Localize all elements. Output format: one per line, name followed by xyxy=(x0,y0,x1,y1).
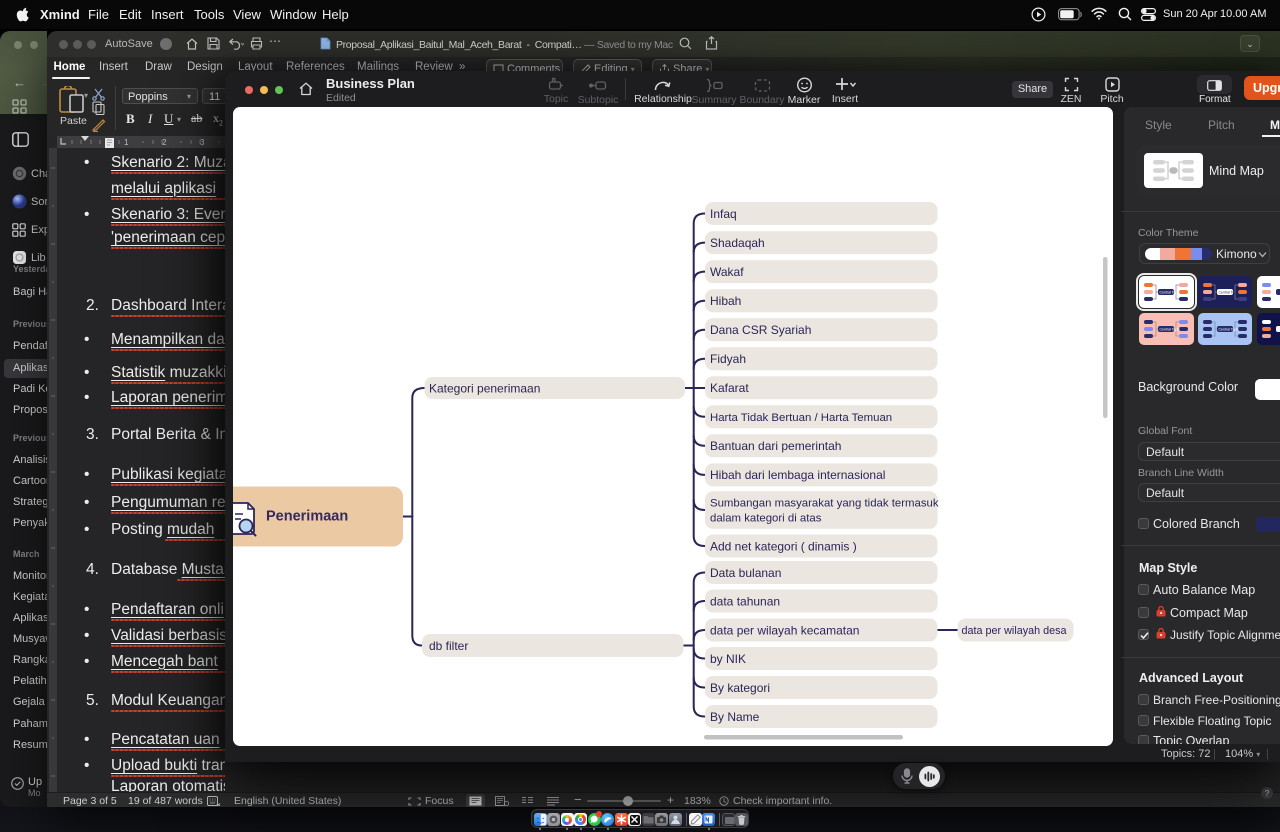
svg-text:By Name: By Name xyxy=(710,710,760,724)
svg-text:data per wilayah kecamatan: data per wilayah kecamatan xyxy=(710,623,859,637)
svg-text:Infaq: Infaq xyxy=(710,207,737,221)
svg-text:Bantuan dari pemerintah: Bantuan dari pemerintah xyxy=(710,439,841,453)
svg-text:Hibah: Hibah xyxy=(710,294,741,308)
svg-text:by NIK: by NIK xyxy=(710,652,746,666)
svg-text:Data bulanan: Data bulanan xyxy=(710,566,781,580)
svg-text:Dana CSR Syariah: Dana CSR Syariah xyxy=(710,323,811,337)
svg-text:Central Topic: Central Topic xyxy=(1219,291,1240,295)
svg-text:Wakaf: Wakaf xyxy=(710,265,744,279)
svg-text:Central Topic: Central Topic xyxy=(1160,291,1181,295)
svg-text:Kafarat: Kafarat xyxy=(710,381,749,395)
svg-text:Kategori penerimaan: Kategori penerimaan xyxy=(429,381,540,395)
svg-text:Central Topic: Central Topic xyxy=(1219,328,1240,332)
svg-text:Harta Tidak Bertuan / Harta Te: Harta Tidak Bertuan / Harta Temuan xyxy=(710,412,892,424)
svg-text:Penerimaan: Penerimaan xyxy=(266,509,348,525)
svg-text:data tahunan: data tahunan xyxy=(710,594,780,608)
svg-text:dalam kategori di atas: dalam kategori di atas xyxy=(710,513,822,525)
svg-text:By kategori: By kategori xyxy=(710,681,770,695)
svg-text:1: 1 xyxy=(124,138,129,147)
svg-text:2: 2 xyxy=(162,138,167,147)
svg-text:Central Topic: Central Topic xyxy=(1160,328,1181,332)
svg-text:db filter: db filter xyxy=(429,639,468,653)
svg-text:data per wilayah desa: data per wilayah desa xyxy=(962,625,1067,637)
svg-text:Hibah dari lembaga internasion: Hibah dari lembaga internasional xyxy=(710,468,885,482)
svg-text:Fidyah: Fidyah xyxy=(710,352,746,366)
svg-text:Shadaqah: Shadaqah xyxy=(710,236,765,250)
svg-text:Sumbangan masyarakat yang tida: Sumbangan masyarakat yang tidak termasuk xyxy=(710,498,939,510)
svg-text:3: 3 xyxy=(200,138,205,147)
svg-text:Add net kategori ( dinamis ): Add net kategori ( dinamis ) xyxy=(710,539,857,553)
